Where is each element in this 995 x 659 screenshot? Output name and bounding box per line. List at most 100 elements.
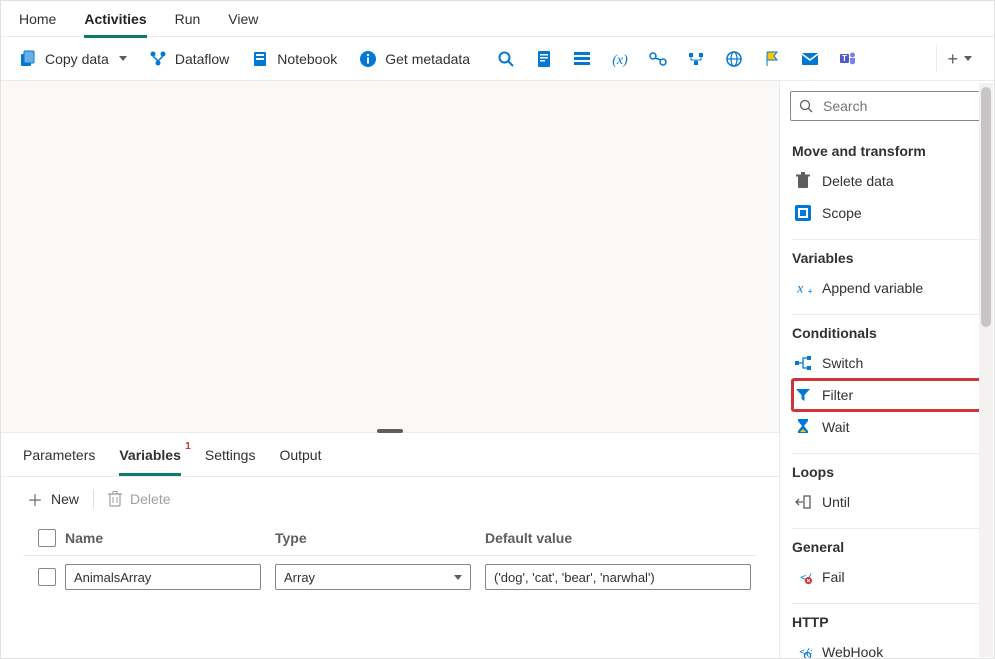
plus-icon: ＋ (27, 487, 43, 511)
section-loops: Loops (792, 453, 982, 486)
tab-activities[interactable]: Activities (84, 7, 146, 38)
until-icon (794, 493, 812, 511)
variable-type-select[interactable]: Array (275, 564, 471, 590)
col-default-header: Default value (485, 530, 751, 546)
activity-label: Fail (822, 569, 845, 585)
activity-label: Filter (822, 387, 853, 403)
activities-search[interactable] (790, 91, 984, 121)
notebook-label: Notebook (277, 51, 337, 67)
dataflow-icon (149, 50, 167, 68)
variables-table: Name Type Default value Array (1, 521, 779, 598)
dataflow-button[interactable]: Dataflow (143, 46, 235, 72)
activity-label: Until (822, 494, 850, 510)
search-icon[interactable] (496, 49, 516, 69)
body: Parameters Variables 1 Settings Output ＋… (1, 81, 994, 658)
activity-label: Append variable (822, 280, 923, 296)
webhook-icon: </> (794, 643, 812, 658)
vertical-scrollbar[interactable] (979, 83, 993, 657)
activity-filter[interactable]: Filter (792, 379, 982, 411)
pipeline-canvas[interactable] (1, 81, 779, 433)
chevron-down-icon (119, 56, 127, 61)
tab-run[interactable]: Run (175, 7, 201, 35)
list-icon[interactable] (572, 49, 592, 69)
variable-type-value: Array (284, 570, 315, 585)
activities-panel: Move and transform Delete data Scope (779, 81, 994, 658)
app-root: Home Activities Run View Copy data Dataf… (0, 0, 995, 659)
activity-wait[interactable]: Wait (792, 411, 982, 443)
splitter-handle[interactable] (377, 429, 403, 433)
script-icon[interactable] (534, 49, 554, 69)
activities-search-input[interactable] (821, 97, 994, 115)
copy-data-icon (19, 50, 37, 68)
chevron-down-icon (454, 575, 462, 580)
activity-label: WebHook (822, 644, 883, 658)
info-icon (359, 50, 377, 68)
tab-home[interactable]: Home (19, 7, 56, 35)
activity-append-variable[interactable]: x+ Append variable (792, 272, 982, 304)
copy-data-label: Copy data (45, 51, 109, 67)
activity-label: Delete data (822, 173, 894, 189)
trash-icon (794, 172, 812, 190)
activity-label: Wait (822, 419, 849, 435)
copy-data-button[interactable]: Copy data (13, 46, 133, 72)
tab-parameters[interactable]: Parameters (23, 443, 95, 476)
switch-icon (794, 354, 812, 372)
search-icon (799, 99, 813, 113)
table-header: Name Type Default value (23, 521, 757, 556)
activity-fail[interactable]: </> Fail (792, 561, 982, 593)
tab-variables-label: Variables (119, 447, 181, 463)
col-type-header: Type (275, 530, 485, 546)
variables-count-badge: 1 (185, 441, 191, 452)
process-icon[interactable] (648, 49, 668, 69)
pipeline-icon[interactable] (686, 49, 706, 69)
activity-switch[interactable]: Switch (792, 347, 982, 379)
delete-variable-button[interactable]: Delete (108, 491, 170, 507)
lower-panel: Parameters Variables 1 Settings Output ＋… (1, 433, 779, 658)
append-variable-icon: x+ (794, 279, 812, 297)
fail-icon: </> (794, 568, 812, 586)
activity-webhook[interactable]: </> WebHook (792, 636, 982, 658)
add-activity-button[interactable]: + (936, 45, 982, 72)
tab-variables[interactable]: Variables 1 (119, 443, 181, 476)
teams-icon[interactable]: T (838, 49, 858, 69)
section-variables: Variables (792, 239, 982, 272)
section-http: HTTP (792, 603, 982, 636)
plus-icon: + (947, 50, 958, 68)
section-conditionals: Conditionals (792, 314, 982, 347)
globe-icon[interactable] (724, 49, 744, 69)
activity-label: Switch (822, 355, 863, 371)
get-metadata-label: Get metadata (385, 51, 470, 67)
trash-icon (108, 491, 122, 507)
mail-icon[interactable] (800, 49, 820, 69)
variable-icon[interactable]: (x) (610, 49, 630, 69)
section-general: General (792, 528, 982, 561)
svg-text:(x): (x) (612, 53, 628, 67)
get-metadata-button[interactable]: Get metadata (353, 46, 476, 72)
row-checkbox[interactable] (38, 568, 56, 586)
toolbar: Copy data Dataflow Notebook Get metadata (1, 37, 994, 81)
new-label: New (51, 491, 79, 507)
notebook-button[interactable]: Notebook (245, 46, 343, 72)
variable-default-input[interactable] (485, 564, 751, 590)
tab-view[interactable]: View (228, 7, 258, 35)
flag-icon[interactable] (762, 49, 782, 69)
variables-toolbar: ＋ New Delete (1, 477, 779, 521)
tab-settings[interactable]: Settings (205, 443, 256, 476)
activities-list[interactable]: Move and transform Delete data Scope (780, 127, 994, 658)
activity-until[interactable]: Until (792, 486, 982, 518)
notebook-icon (251, 50, 269, 68)
select-all-checkbox[interactable] (38, 529, 56, 547)
activity-delete-data[interactable]: Delete data (792, 165, 982, 197)
scope-icon (794, 204, 812, 222)
top-nav: Home Activities Run View (1, 1, 994, 37)
tab-output[interactable]: Output (279, 443, 321, 476)
activity-scope[interactable]: Scope (792, 197, 982, 229)
svg-text:+: + (808, 286, 813, 296)
svg-text:T: T (842, 54, 847, 63)
scrollbar-thumb[interactable] (981, 87, 991, 327)
new-variable-button[interactable]: ＋ New (27, 487, 79, 511)
activity-label: Scope (822, 205, 862, 221)
variable-name-input[interactable] (65, 564, 261, 590)
filter-icon (794, 386, 812, 404)
dataflow-label: Dataflow (175, 51, 229, 67)
